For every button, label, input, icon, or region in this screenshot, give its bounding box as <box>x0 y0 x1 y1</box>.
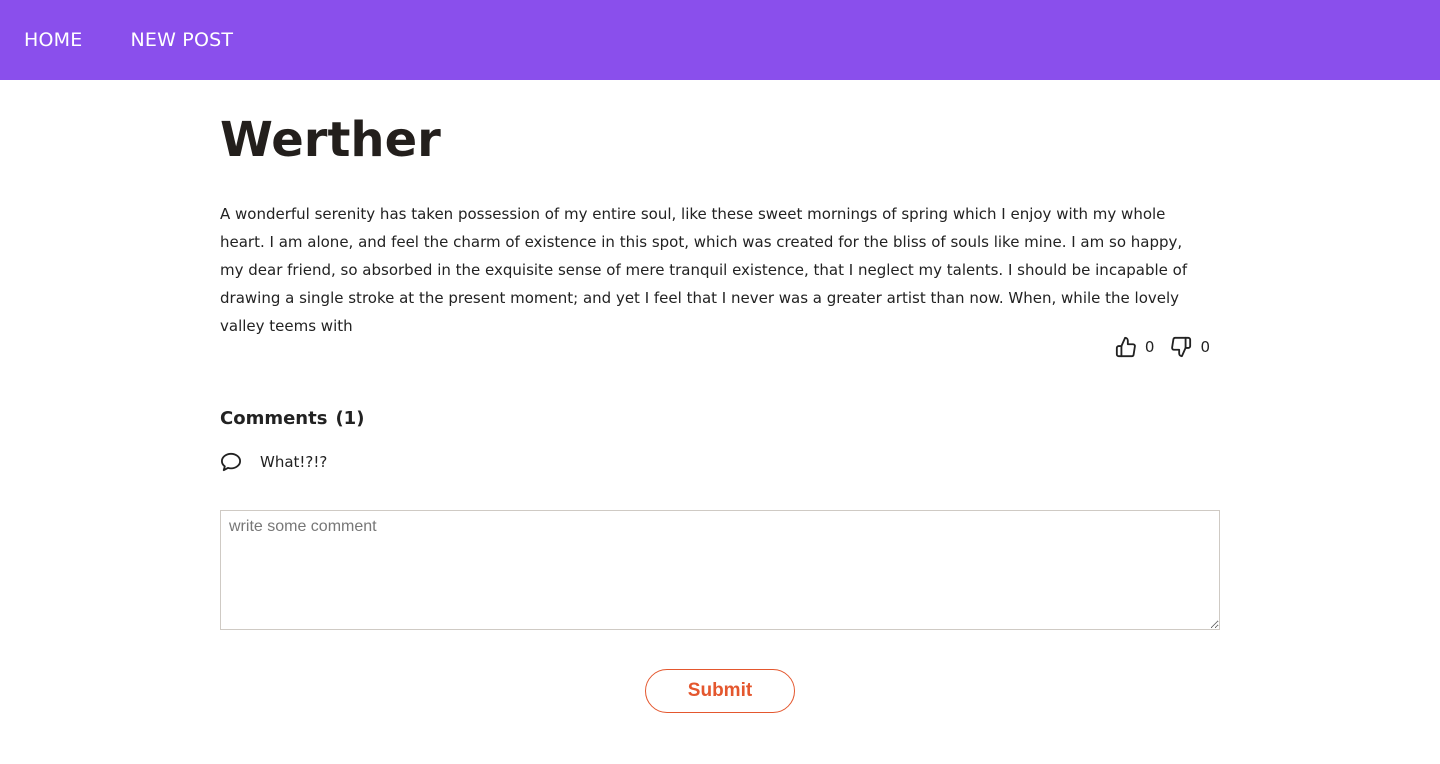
thumbs-down-icon <box>1170 336 1192 358</box>
comments-heading: Comments (1) <box>220 408 364 429</box>
nav-new-post-link[interactable]: NEW POST <box>130 29 233 51</box>
vote-bar: 0 0 <box>1115 336 1210 358</box>
like-count: 0 <box>1144 338 1155 356</box>
comments-count: (1) <box>335 408 365 429</box>
comment-text: What!?!? <box>260 453 328 471</box>
comments-heading-label: Comments <box>220 408 328 429</box>
speech-bubble-icon <box>220 452 242 472</box>
dislike-count: 0 <box>1200 338 1210 356</box>
comment-item: What!?!? <box>220 452 327 472</box>
thumbs-up-icon <box>1115 336 1137 358</box>
comment-input[interactable] <box>220 510 1220 630</box>
like-button[interactable]: 0 <box>1115 336 1171 358</box>
submit-button[interactable]: Submit <box>645 669 795 713</box>
top-navbar: HOME NEW POST <box>0 0 1440 80</box>
nav-home-link[interactable]: HOME <box>24 29 82 51</box>
post-title: Werther <box>220 112 441 168</box>
dislike-button[interactable]: 0 <box>1170 336 1210 358</box>
post-body: A wonderful serenity has taken possessio… <box>220 205 1188 335</box>
